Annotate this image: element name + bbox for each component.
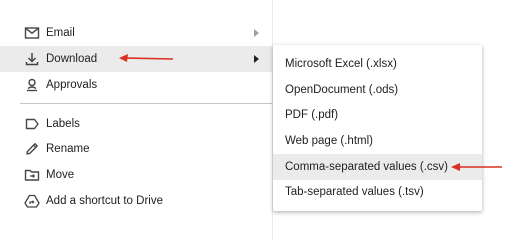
download-option-label: Comma-separated values (.csv) [285, 161, 448, 173]
menu-item-move[interactable]: Move [0, 162, 272, 188]
drive-shortcut-icon [24, 193, 40, 209]
approvals-icon [24, 77, 40, 93]
download-option-pdf[interactable]: PDF (.pdf) [273, 102, 482, 128]
download-option-label: OpenDocument (.ods) [285, 84, 399, 96]
menu-item-label: Email [46, 27, 75, 39]
menu-item-email[interactable]: Email [0, 20, 272, 46]
download-submenu: Microsoft Excel (.xlsx) OpenDocument (.o… [273, 45, 482, 211]
annotation-arrow-download [119, 54, 174, 62]
download-option-label: Microsoft Excel (.xlsx) [285, 58, 397, 70]
menu-item-label: Move [46, 169, 75, 181]
download-option-tsv[interactable]: Tab-separated values (.tsv) [273, 179, 482, 205]
menu-item-label: Add a shortcut to Drive [46, 195, 163, 207]
menu-item-label: Rename [46, 143, 90, 155]
download-option-label: Tab-separated values (.tsv) [285, 186, 424, 198]
pencil-icon [24, 141, 40, 157]
download-icon [24, 51, 40, 67]
file-menu: Email Download Approvals Labels Rename M… [0, 0, 273, 240]
menu-item-approvals[interactable]: Approvals [0, 72, 272, 98]
download-option-label: Web page (.html) [285, 135, 373, 147]
label-icon [24, 116, 40, 132]
menu-item-label: Approvals [46, 79, 98, 91]
download-option-label: PDF (.pdf) [285, 109, 339, 121]
download-option-xlsx[interactable]: Microsoft Excel (.xlsx) [273, 51, 482, 77]
chevron-right-icon [254, 55, 259, 63]
folder-move-icon [24, 167, 40, 183]
menu-item-add-shortcut[interactable]: Add a shortcut to Drive [0, 188, 272, 214]
download-option-html[interactable]: Web page (.html) [273, 128, 482, 154]
chevron-right-icon [254, 29, 259, 37]
menu-divider [20, 103, 272, 104]
menu-item-labels[interactable]: Labels [0, 111, 272, 137]
menu-item-label: Download [46, 53, 98, 65]
menu-item-label: Labels [46, 118, 80, 130]
mail-icon [24, 25, 40, 41]
menu-item-rename[interactable]: Rename [0, 136, 272, 162]
download-option-ods[interactable]: OpenDocument (.ods) [273, 77, 482, 103]
annotation-arrow-csv [451, 163, 502, 171]
